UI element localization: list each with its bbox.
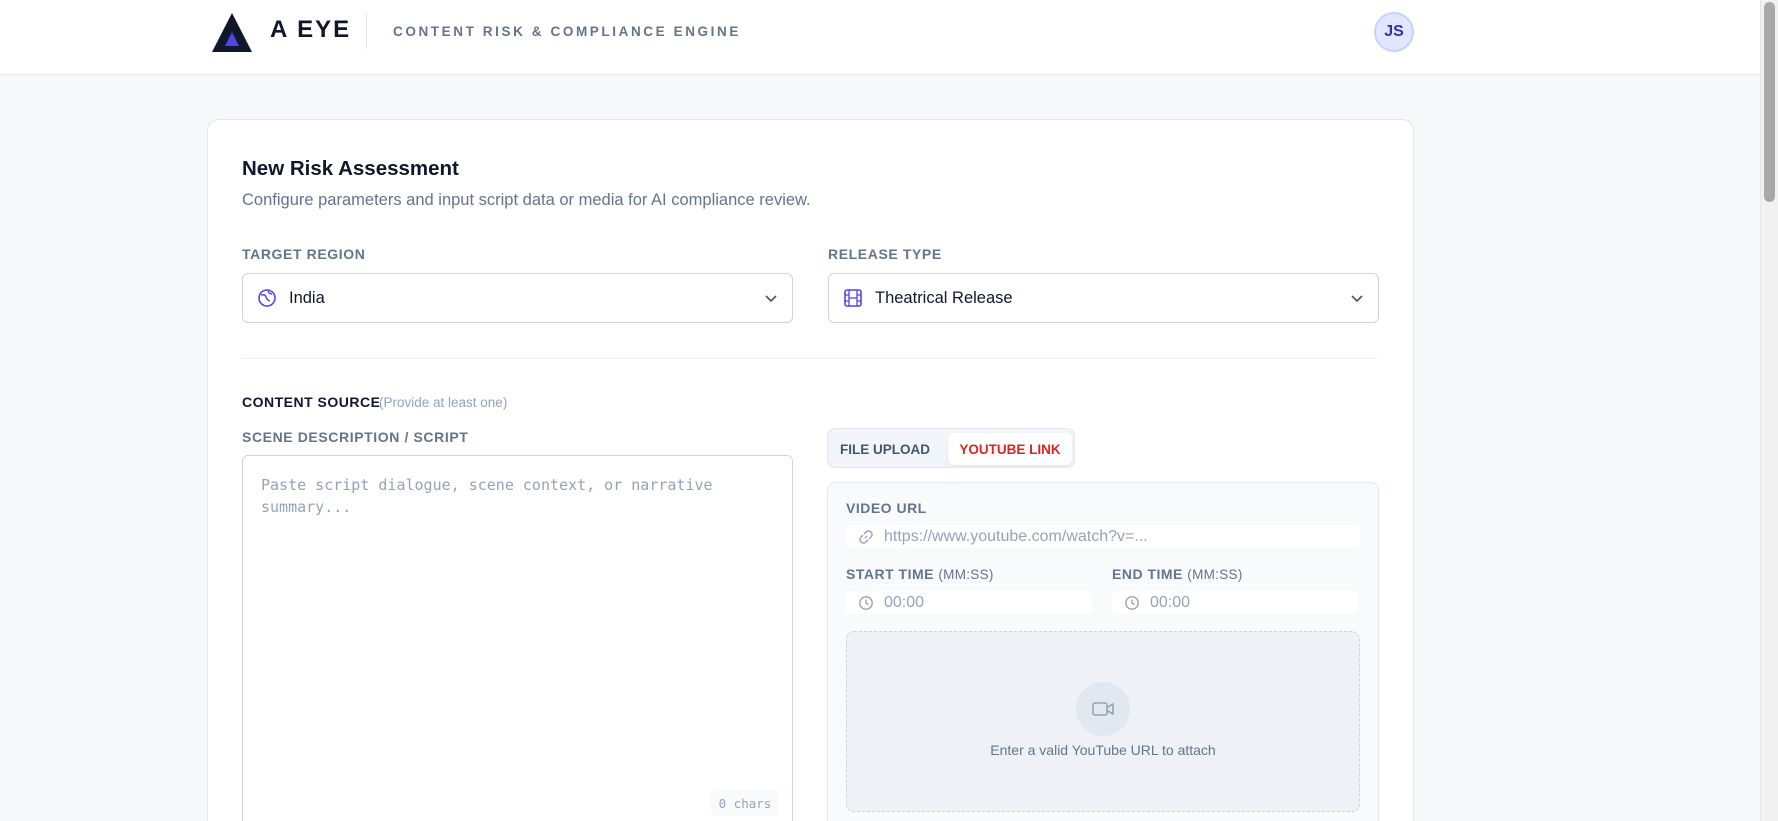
content-source-label: CONTENT SOURCE: [242, 394, 381, 410]
end-time-unit: (MM:SS): [1187, 567, 1243, 582]
end-time-label-text: END TIME: [1112, 566, 1183, 582]
start-time-input[interactable]: 00:00: [846, 591, 1092, 614]
chevron-down-icon: [765, 295, 777, 303]
video-camera-icon-badge: [1076, 682, 1130, 736]
start-time-unit: (MM:SS): [938, 567, 994, 582]
end-time-input[interactable]: 00:00: [1112, 591, 1359, 614]
release-type-label: RELEASE TYPE: [828, 246, 942, 262]
video-url-placeholder: https://www.youtube.com/watch?v=...: [884, 527, 1148, 545]
brand-divider: [366, 13, 367, 49]
page-scrollbar[interactable]: [1760, 0, 1778, 821]
triangle-logo-icon: [212, 13, 252, 52]
script-textarea[interactable]: Paste script dialogue, scene context, or…: [242, 455, 793, 821]
video-url-label: VIDEO URL: [846, 500, 927, 516]
release-type-value: Theatrical Release: [875, 288, 1013, 307]
tab-youtube-link[interactable]: YOUTUBE LINK: [948, 433, 1072, 465]
film-icon: [844, 289, 862, 307]
link-icon: [859, 529, 873, 544]
media-source-tabs: FILE UPLOAD YOUTUBE LINK: [827, 428, 1075, 468]
end-time-placeholder: 00:00: [1150, 593, 1191, 611]
page-subtitle: Configure parameters and input script da…: [242, 191, 811, 209]
brand-name: A EYE: [270, 16, 352, 43]
start-time-label: START TIME (MM:SS): [846, 566, 994, 582]
page-title: New Risk Assessment: [242, 157, 459, 180]
target-region-label: TARGET REGION: [242, 246, 366, 262]
section-divider: [242, 358, 1378, 359]
top-bar: A EYE CONTENT RISK & COMPLIANCE ENGINE J…: [0, 0, 1760, 75]
clock-icon: [859, 595, 873, 610]
char-count: 0 chars: [711, 790, 779, 816]
content-source-hint: (Provide at least one): [379, 395, 508, 410]
globe-icon: [258, 289, 276, 307]
brand-tagline: CONTENT RISK & COMPLIANCE ENGINE: [393, 24, 741, 39]
script-label: SCENE DESCRIPTION / SCRIPT: [242, 429, 469, 445]
youtube-preview-hint: Enter a valid YouTube URL to attach: [990, 742, 1216, 758]
target-region-select[interactable]: India: [242, 273, 793, 323]
chevron-down-icon: [1351, 295, 1363, 303]
video-camera-icon: [1092, 702, 1114, 716]
start-time-placeholder: 00:00: [884, 593, 925, 611]
user-avatar[interactable]: JS: [1374, 12, 1414, 52]
script-placeholder: Paste script dialogue, scene context, or…: [261, 476, 713, 516]
tab-file-upload[interactable]: FILE UPLOAD: [832, 433, 938, 465]
release-type-select[interactable]: Theatrical Release: [828, 273, 1379, 323]
scrollbar-thumb[interactable]: [1764, 2, 1775, 202]
clock-icon: [1125, 595, 1139, 610]
video-url-input[interactable]: https://www.youtube.com/watch?v=...: [846, 525, 1360, 548]
end-time-label: END TIME (MM:SS): [1112, 566, 1243, 582]
target-region-value: India: [289, 288, 325, 307]
start-time-label-text: START TIME: [846, 566, 934, 582]
